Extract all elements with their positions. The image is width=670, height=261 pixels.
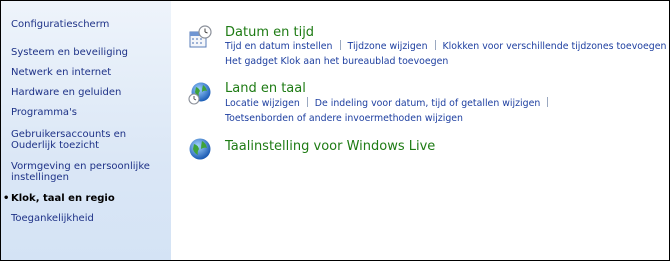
category-title-date-time[interactable]: Datum en tijd <box>225 25 314 40</box>
link-separator <box>306 97 308 107</box>
globe-clock-icon <box>188 82 211 105</box>
control-panel-window: Configuratiescherm Systeem en beveiligin… <box>0 0 670 261</box>
category-title-windows-live-language[interactable]: Taalinstelling voor Windows Live <box>225 139 435 154</box>
sidebar: Configuratiescherm Systeem en beveiligin… <box>1 1 171 260</box>
link-change-timezone[interactable]: Tijdzone wijzigen <box>348 41 428 52</box>
main-content: Datum en tijd Tijd en datum instellen Tij… <box>171 1 669 260</box>
link-change-location[interactable]: Locatie wijzigen <box>225 98 300 109</box>
link-change-keyboards[interactable]: Toetsenborden of andere invoermethoden w… <box>225 113 463 124</box>
calendar-clock-icon <box>189 25 212 48</box>
link-separator <box>339 40 341 50</box>
sidebar-item-ease-of-access[interactable]: Toegankelijkheid <box>11 213 166 224</box>
sidebar-item-system-security[interactable]: Systeem en beveiliging <box>11 47 166 58</box>
sidebar-item-clock-language-region[interactable]: • Klok, taal en regio <box>3 193 166 204</box>
links-region-language-row2: Toetsenborden of andere invoermethoden w… <box>225 112 463 125</box>
link-add-clocks[interactable]: Klokken voor verschillende tijdzones toe… <box>443 41 667 52</box>
links-date-time-row1: Tijd en datum instellen Tijdzone wijzigen… <box>225 40 669 53</box>
link-separator <box>434 40 436 50</box>
sidebar-item-hardware-sound[interactable]: Hardware en geluiden <box>11 87 166 98</box>
sidebar-item-control-panel-home[interactable]: Configuratiescherm <box>11 19 166 30</box>
sidebar-item-programs[interactable]: Programma's <box>11 107 166 118</box>
link-change-formats[interactable]: De indeling voor datum, tijd of getallen… <box>315 98 541 109</box>
current-bullet: • <box>3 193 10 204</box>
link-separator <box>547 97 549 107</box>
sidebar-item-network-internet[interactable]: Netwerk en internet <box>11 67 166 78</box>
sidebar-item-appearance[interactable]: Vormgeving en persoonlijke instellingen <box>11 161 161 183</box>
sidebar-item-label: Klok, taal en regio <box>11 193 115 204</box>
link-set-date-time[interactable]: Tijd en datum instellen <box>225 41 333 52</box>
links-region-language-row1: Locatie wijzigen De indeling voor datum, … <box>225 97 555 110</box>
category-title-region-language[interactable]: Land en taal <box>225 81 306 96</box>
links-date-time-row2: Het gadget Klok aan het bureaublad toevo… <box>225 55 448 68</box>
sidebar-item-user-accounts[interactable]: Gebruikersaccounts en Ouderlijk toezicht <box>11 129 141 151</box>
globe-icon <box>189 138 211 160</box>
link-add-clock-gadget[interactable]: Het gadget Klok aan het bureaublad toevo… <box>225 56 448 67</box>
